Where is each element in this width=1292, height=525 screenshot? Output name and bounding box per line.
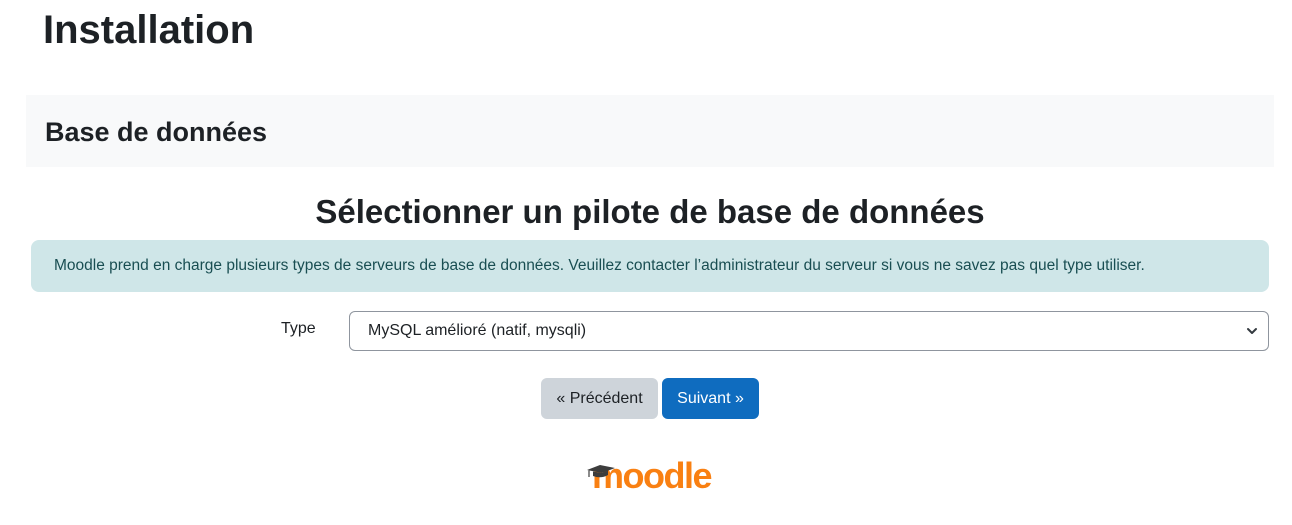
installation-page: Installation Base de données Sélectionne… [0, 0, 1292, 525]
type-label: Type [281, 320, 316, 337]
stage-header: Base de données [26, 95, 1274, 167]
info-alert-text: Moodle prend en charge plusieurs types d… [54, 257, 1145, 274]
page-title: Installation [43, 8, 255, 52]
next-button[interactable]: Suivant » [662, 378, 759, 419]
chevron-down-icon [1247, 328, 1257, 334]
graduation-cap-icon [587, 465, 615, 478]
section-title: Sélectionner un pilote de base de donnée… [315, 193, 985, 230]
stage-title: Base de données [45, 117, 268, 147]
moodle-logo: moodle [586, 456, 716, 496]
info-alert: Moodle prend en charge plusieurs types d… [31, 240, 1269, 292]
previous-button[interactable]: « Précédent [541, 378, 658, 419]
database-type-selected-value: MySQL amélioré (natif, mysqli) [368, 322, 587, 339]
database-type-select[interactable]: MySQL amélioré (natif, mysqli) [349, 311, 1269, 351]
